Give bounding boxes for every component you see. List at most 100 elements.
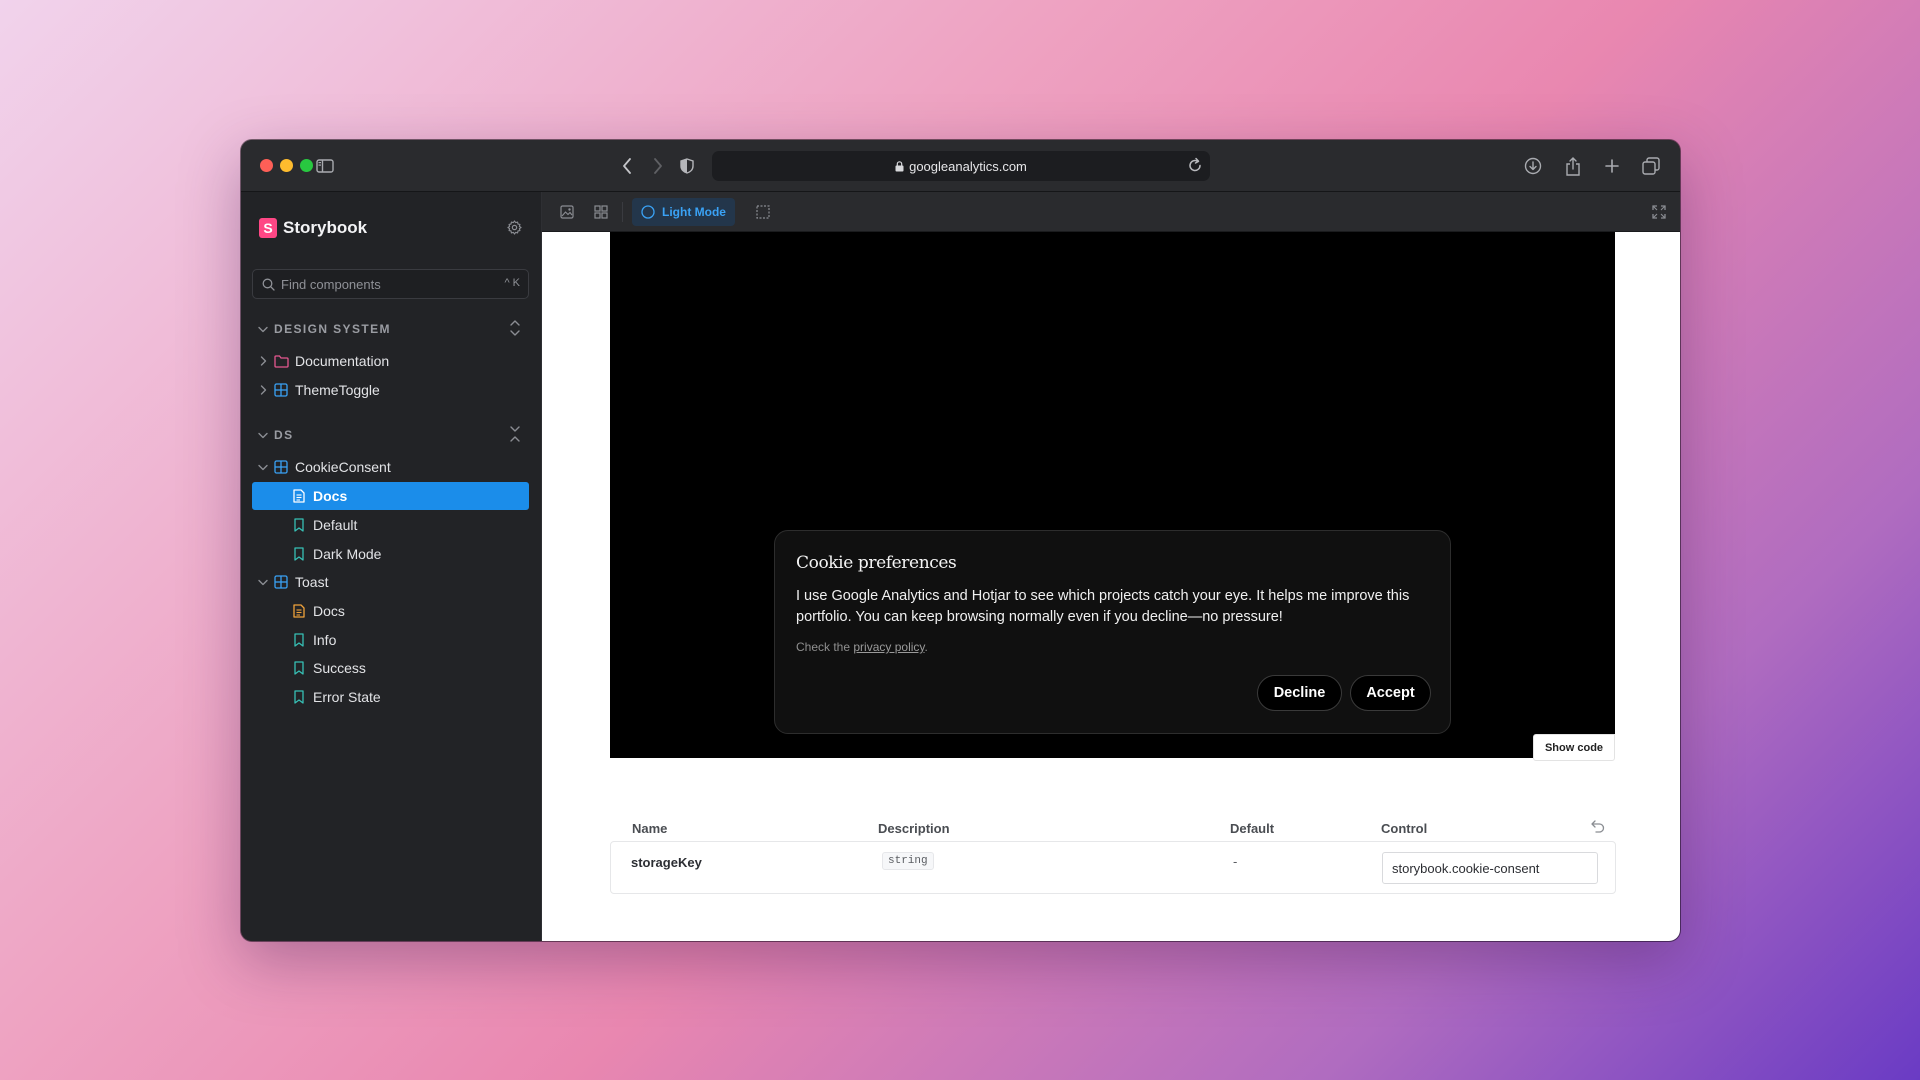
storybook-logo-icon: S (259, 218, 277, 238)
lock-icon (895, 160, 904, 172)
url-text: googleanalytics.com (909, 158, 1027, 174)
section-title: DESIGN SYSTEM (274, 322, 391, 336)
storybook-brand[interactable]: S Storybook (259, 218, 367, 238)
measure-outline-icon[interactable] (753, 202, 773, 222)
component-icon (273, 459, 289, 475)
tree-item-label: Dark Mode (313, 546, 382, 562)
document-icon (291, 603, 307, 619)
prop-name: storageKey (631, 855, 702, 870)
tree-item-error-state[interactable]: Error State (252, 683, 529, 711)
collapse-all-icon[interactable] (509, 425, 521, 443)
privacy-policy-link[interactable]: privacy policy (853, 640, 924, 654)
find-components-search[interactable]: ^ K (252, 269, 529, 299)
grid-icon[interactable] (591, 202, 611, 222)
expand-collapse-icon[interactable] (509, 319, 521, 337)
settings-gear-icon[interactable] (507, 220, 522, 235)
minimize-window-button[interactable] (280, 159, 293, 172)
storybook-toolbar: Light Mode (542, 192, 1680, 232)
back-icon[interactable] (615, 154, 639, 178)
browser-window: googleanalytics.com S Storybook Find com… (241, 140, 1680, 941)
tree-item-label: Documentation (295, 353, 390, 369)
forward-icon[interactable] (646, 154, 670, 178)
cookie-consent-dialog: Cookie preferences I use Google Analytic… (774, 530, 1451, 734)
chevron-down-icon (258, 326, 268, 333)
storybook-sidebar: S Storybook ^ K DESIGN SYSTEM Documen (241, 192, 542, 941)
props-header-name: Name (632, 821, 668, 836)
accept-button[interactable]: Accept (1350, 675, 1431, 711)
maximize-window-button[interactable] (300, 159, 313, 172)
component-icon (273, 382, 289, 398)
toolbar-divider (622, 202, 623, 222)
tabs-icon[interactable] (1639, 154, 1663, 178)
table-row: storageKey string - (610, 841, 1616, 894)
section-design-system[interactable]: DESIGN SYSTEM (258, 322, 391, 336)
chevron-right-icon (257, 385, 269, 395)
close-window-button[interactable] (260, 159, 273, 172)
tree-item-toast-docs[interactable]: Docs (252, 597, 529, 625)
address-bar[interactable]: googleanalytics.com (712, 151, 1210, 181)
bookmark-icon (291, 517, 307, 533)
tree-item-documentation[interactable]: Documentation (252, 347, 529, 375)
chevron-down-icon (258, 432, 268, 439)
shield-icon[interactable] (675, 154, 699, 178)
search-input[interactable] (281, 276, 481, 292)
chevron-right-icon (257, 356, 269, 366)
tree-item-cookieconsent-docs[interactable]: Docs (252, 482, 529, 510)
theme-switcher-button[interactable]: Light Mode (632, 198, 735, 226)
tree-item-label: Docs (313, 603, 345, 619)
bookmark-icon (291, 660, 307, 676)
cookie-note-suffix: . (924, 640, 928, 654)
chevron-down-icon (257, 579, 269, 586)
bookmark-icon (291, 632, 307, 648)
chevron-down-icon (257, 464, 269, 471)
reload-icon[interactable] (1188, 157, 1202, 173)
component-icon (273, 574, 289, 590)
props-header-description: Description (878, 821, 950, 836)
bookmark-icon (291, 689, 307, 705)
tree-item-default[interactable]: Default (252, 511, 529, 539)
tree-item-label: Success (313, 660, 366, 676)
theme-label: Light Mode (662, 205, 726, 219)
reset-controls-icon[interactable] (1591, 820, 1605, 833)
tree-item-themetoggle[interactable]: ThemeToggle (252, 376, 529, 404)
background-image-icon[interactable] (557, 202, 577, 222)
tree-item-label: Info (313, 632, 337, 648)
tree-item-label: Docs (313, 488, 348, 504)
docs-content: Cookie preferences I use Google Analytic… (542, 232, 1680, 941)
story-preview-canvas: Cookie preferences I use Google Analytic… (610, 232, 1615, 758)
section-title: DS (274, 428, 294, 442)
storage-key-control-input[interactable] (1382, 852, 1598, 884)
tree-item-label: ThemeToggle (295, 382, 380, 398)
folder-icon (273, 353, 289, 369)
brand-name: Storybook (283, 218, 368, 237)
new-tab-icon[interactable] (1600, 154, 1624, 178)
share-icon[interactable] (1561, 154, 1585, 178)
search-icon (262, 278, 275, 291)
search-shortcut-hint: ^ K (504, 277, 520, 289)
cookie-note: Check the privacy policy. (796, 640, 928, 654)
browser-titlebar: googleanalytics.com (241, 140, 1680, 192)
tree-item-info[interactable]: Info (252, 626, 529, 654)
tree-item-cookieconsent[interactable]: CookieConsent (252, 453, 529, 481)
tree-item-toast[interactable]: Toast (252, 568, 529, 596)
tree-item-label: Default (313, 517, 358, 533)
tree-item-label: Toast (295, 574, 329, 590)
tree-item-label: CookieConsent (295, 459, 391, 475)
fullscreen-icon[interactable] (1649, 202, 1669, 222)
tree-item-success[interactable]: Success (252, 654, 529, 682)
circle-icon (641, 205, 655, 219)
decline-button[interactable]: Decline (1257, 675, 1342, 711)
tree-item-label: Error State (313, 689, 381, 705)
cookie-note-prefix: Check the (796, 640, 854, 654)
show-code-button[interactable]: Show code (1533, 734, 1615, 761)
download-icon[interactable] (1521, 154, 1545, 178)
section-ds[interactable]: DS (258, 428, 293, 442)
cookie-title: Cookie preferences (796, 553, 957, 573)
sidebar-icon[interactable] (313, 154, 337, 178)
props-header-default: Default (1230, 821, 1275, 836)
props-header-control: Control (1381, 821, 1428, 836)
document-icon (291, 488, 307, 504)
bookmark-icon (291, 546, 307, 562)
tree-item-dark-mode[interactable]: Dark Mode (252, 540, 529, 568)
prop-default: - (1233, 854, 1238, 869)
